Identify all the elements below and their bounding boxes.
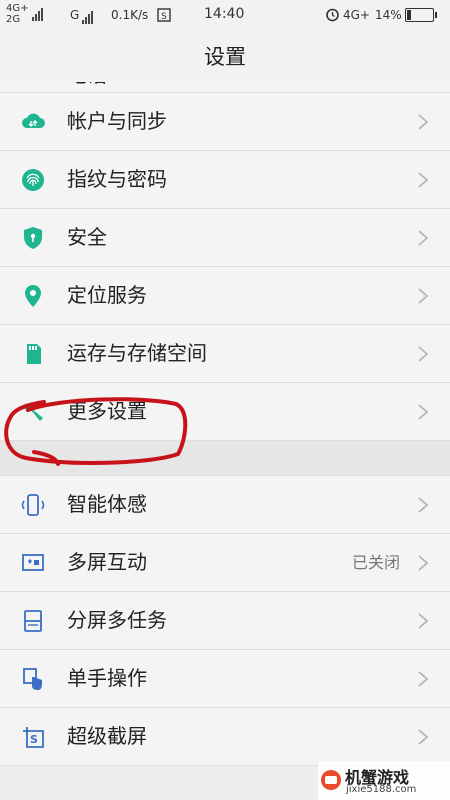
svg-text:S: S bbox=[161, 12, 167, 22]
chevron-right-icon bbox=[414, 495, 432, 515]
network-type-3: 4G+ bbox=[343, 8, 370, 22]
screenshot-notify-icon: S bbox=[157, 8, 171, 22]
settings-list: 电话 帐户与同步指纹与密码安全定位服务运存与存储空间更多设置 智能体感多屏互动 已… bbox=[0, 82, 450, 766]
chevron-right-icon bbox=[414, 170, 432, 190]
split-screen-icon bbox=[20, 608, 46, 634]
list-item-one-hand[interactable]: 单手操作 bbox=[0, 650, 450, 708]
list-item-label: 智能体感 bbox=[67, 492, 147, 516]
fingerprint-icon bbox=[20, 167, 46, 193]
list-item-screenshot[interactable]: S 超级截屏 bbox=[0, 708, 450, 766]
location-pin-icon bbox=[20, 283, 46, 309]
chevron-right-icon bbox=[414, 553, 432, 573]
chevron-right-icon bbox=[414, 286, 432, 306]
screen-cast-icon bbox=[20, 550, 46, 576]
list-item-sd-card[interactable]: 运存与存储空间 bbox=[0, 325, 450, 383]
list-item-label: 安全 bbox=[67, 225, 107, 249]
chevron-right-icon bbox=[414, 344, 432, 364]
list-item-label: 分屏多任务 bbox=[67, 608, 167, 632]
list-item-fingerprint[interactable]: 指纹与密码 bbox=[0, 151, 450, 209]
section-divider bbox=[0, 441, 450, 476]
list-item-label: 指纹与密码 bbox=[67, 167, 167, 191]
signal-bars-icon bbox=[32, 7, 44, 21]
network-label-bottom: 2G bbox=[6, 14, 21, 25]
list-item-label: 定位服务 bbox=[67, 283, 147, 307]
chevron-right-icon bbox=[414, 727, 432, 747]
page-title: 设置 bbox=[0, 32, 450, 82]
list-item-cloud-sync[interactable]: 帐户与同步 bbox=[0, 93, 450, 151]
list-item-screen-cast[interactable]: 多屏互动 已关闭 bbox=[0, 534, 450, 592]
signal-bars-icon-2 bbox=[82, 10, 94, 24]
network-type-2: G bbox=[70, 8, 80, 22]
wrench-icon bbox=[20, 399, 46, 425]
chevron-right-icon bbox=[414, 112, 432, 132]
chevron-right-icon bbox=[414, 669, 432, 689]
one-hand-icon bbox=[20, 666, 46, 692]
list-item-split-screen[interactable]: 分屏多任务 bbox=[0, 592, 450, 650]
chevron-right-icon bbox=[414, 228, 432, 248]
list-item-partial[interactable]: 电话 bbox=[0, 82, 450, 93]
list-item-wrench[interactable]: 更多设置 bbox=[0, 383, 450, 441]
network-label-top: 4G+ bbox=[6, 3, 29, 14]
status-bar: 4G+ 2G G 0.1K/s S 14:40 4G+ 14% bbox=[0, 0, 450, 32]
list-item-label: 超级截屏 bbox=[67, 724, 147, 748]
list-item-label: 单手操作 bbox=[67, 666, 147, 690]
screenshot-icon: S bbox=[20, 724, 46, 750]
list-item-label: 帐户与同步 bbox=[67, 109, 167, 133]
battery-icon bbox=[405, 8, 437, 22]
list-item-shield[interactable]: 安全 bbox=[0, 209, 450, 267]
list-item-phone-motion[interactable]: 智能体感 bbox=[0, 476, 450, 534]
alarm-icon bbox=[326, 8, 339, 22]
sd-card-icon bbox=[20, 341, 46, 367]
list-item-location-pin[interactable]: 定位服务 bbox=[0, 267, 450, 325]
network-speed: 0.1K/s bbox=[111, 8, 149, 22]
list-item-label: 多屏互动 bbox=[67, 550, 147, 574]
list-item-label: 运存与存储空间 bbox=[67, 341, 207, 365]
cloud-sync-icon bbox=[20, 109, 46, 135]
svg-text:S: S bbox=[30, 733, 38, 746]
list-item-value: 已关闭 bbox=[351, 553, 400, 572]
battery-percent: 14% bbox=[375, 8, 402, 22]
list-item-label: 更多设置 bbox=[67, 399, 147, 423]
chevron-right-icon bbox=[414, 611, 432, 631]
clock: 14:40 bbox=[204, 6, 245, 22]
chevron-right-icon bbox=[414, 402, 432, 422]
shield-icon bbox=[20, 225, 46, 251]
phone-motion-icon bbox=[20, 492, 46, 518]
signal-group: 4G+ 2G bbox=[6, 3, 44, 25]
network-type-1: 4G+ 2G bbox=[6, 3, 29, 25]
watermark-url: jixie5188.com bbox=[346, 784, 417, 795]
